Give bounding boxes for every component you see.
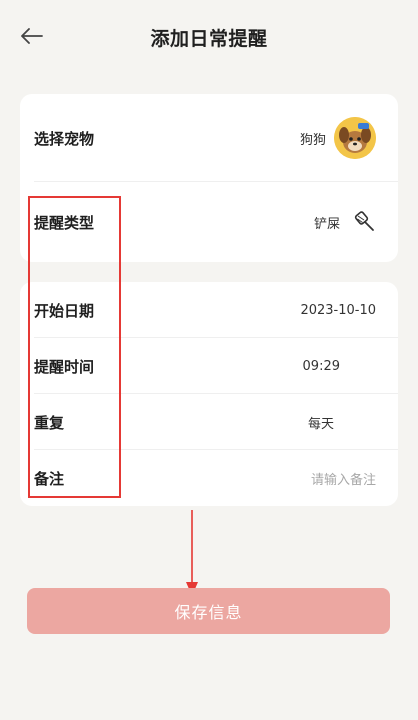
- select-pet-value-group: 狗狗: [300, 117, 376, 159]
- repeat-label: 重复: [34, 413, 65, 432]
- reminder-type-row[interactable]: 提醒类型 铲屎: [20, 182, 398, 262]
- pet-card: 选择宠物 狗狗 提醒类型 铲屎: [20, 94, 398, 262]
- select-pet-label: 选择宠物: [34, 129, 95, 148]
- note-input[interactable]: 请输入备注: [311, 469, 376, 488]
- reminder-time-value: 09:29: [302, 358, 340, 374]
- reminder-time-row[interactable]: 提醒时间 09:29: [20, 338, 398, 394]
- annotation-arrow-icon: [186, 510, 198, 596]
- select-pet-row[interactable]: 选择宠物 狗狗: [20, 94, 398, 182]
- select-pet-value: 狗狗: [299, 132, 326, 148]
- note-row[interactable]: 备注 请输入备注: [20, 450, 398, 506]
- note-label: 备注: [34, 469, 65, 488]
- reminder-type-label: 提醒类型: [34, 213, 95, 232]
- schedule-card: 开始日期 2023-10-10 提醒时间 09:29 重复 每天 备注 请输入备…: [20, 282, 398, 506]
- scooper-icon: [354, 211, 376, 233]
- save-button[interactable]: 保存信息: [27, 588, 390, 634]
- header-bar: 添加日常提醒: [0, 0, 418, 72]
- reminder-time-label: 提醒时间: [34, 357, 95, 376]
- reminder-type-value-group: 铲屎: [314, 211, 376, 233]
- reminder-type-value: 铲屎: [313, 216, 340, 232]
- start-date-row[interactable]: 开始日期 2023-10-10: [20, 282, 398, 338]
- page-title: 添加日常提醒: [150, 27, 268, 50]
- start-date-value: 2023-10-10: [300, 302, 376, 318]
- repeat-row[interactable]: 重复 每天: [20, 394, 398, 450]
- start-date-label: 开始日期: [34, 301, 95, 320]
- pet-avatar-icon[interactable]: [334, 117, 376, 159]
- back-button[interactable]: [16, 22, 48, 50]
- arrow-left-icon: [21, 28, 43, 44]
- repeat-value: 每天: [307, 416, 334, 432]
